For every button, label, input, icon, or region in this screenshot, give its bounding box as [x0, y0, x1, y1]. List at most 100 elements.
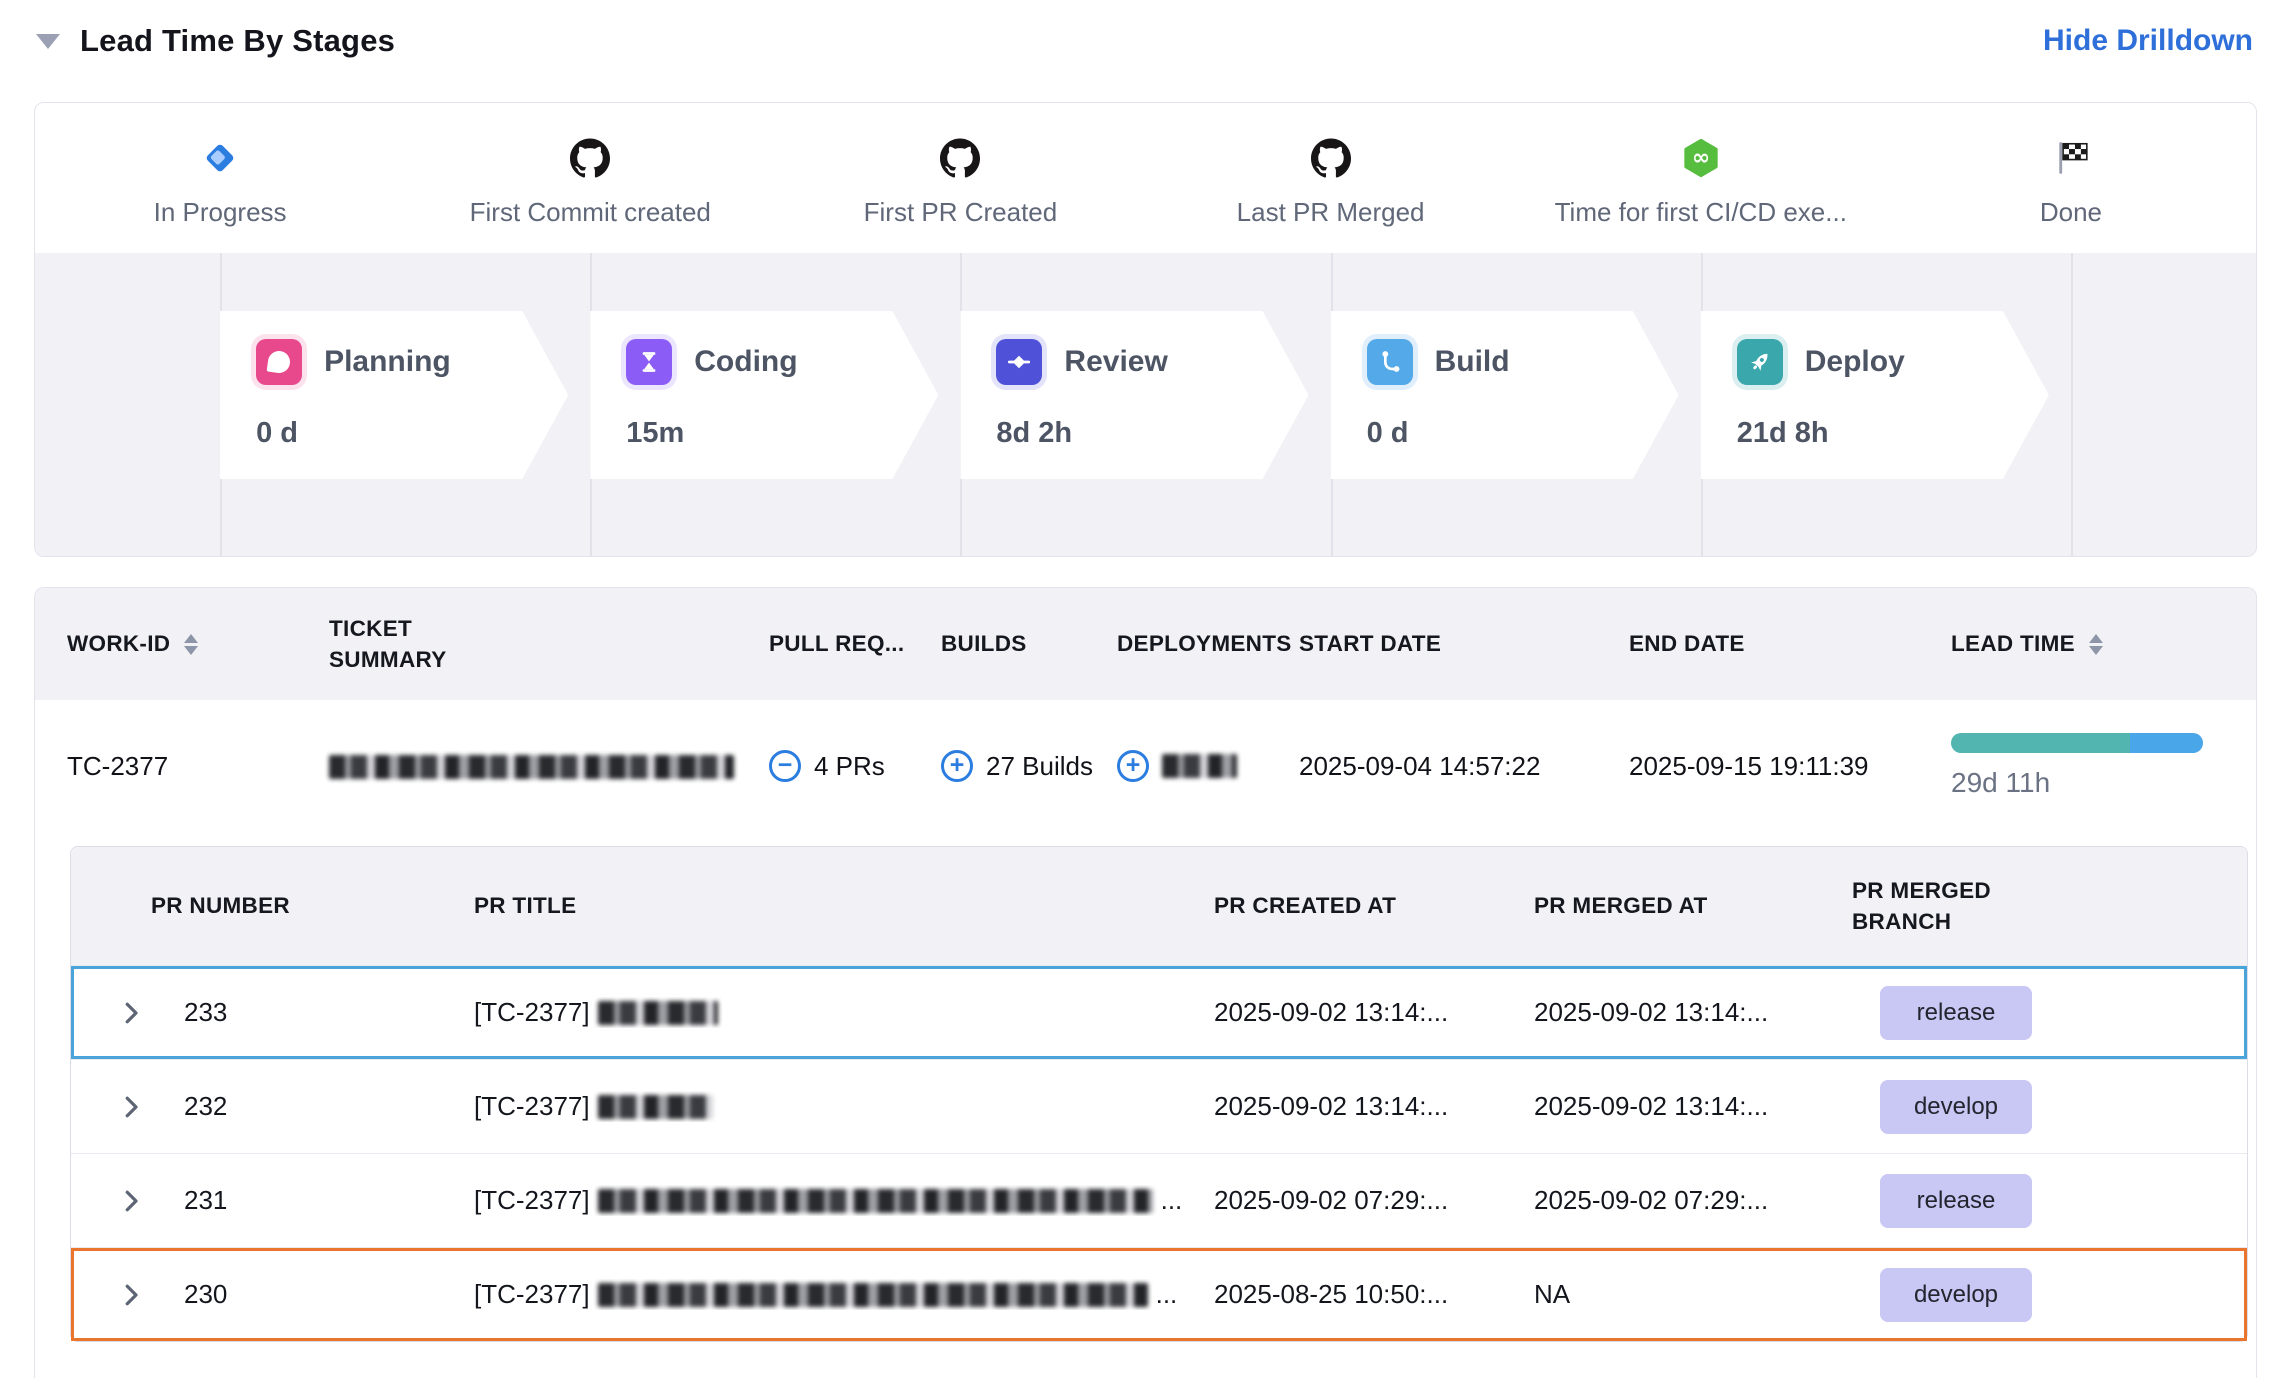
- milestone-label: First Commit created: [470, 197, 711, 228]
- pull-requests-cell[interactable]: − 4 PRs: [769, 750, 941, 782]
- lead-time-value: 29d 11h: [1951, 767, 2240, 799]
- column-header-builds: BUILDS: [941, 631, 1117, 657]
- stage-duration: 21d 8h: [1737, 417, 2049, 450]
- branch-badge[interactable]: develop: [1880, 1080, 2032, 1134]
- pr-title-suffix: ...: [1156, 1279, 1178, 1310]
- column-header-pull-requests: PULL REQ...: [769, 631, 941, 657]
- pr-row-231[interactable]: 231 [TC-2377] ... 2025-09-02 07:29:... 2…: [71, 1153, 2247, 1247]
- column-header-work-id: WORK-ID: [67, 631, 329, 657]
- chevron-right-icon[interactable]: [116, 1092, 146, 1122]
- pr-title-prefix: [TC-2377]: [474, 1091, 590, 1122]
- page-title: Lead Time By Stages: [80, 23, 395, 59]
- pr-row-233[interactable]: 233 [TC-2377] 2025-09-02 13:14:... 2025-…: [71, 965, 2247, 1059]
- redacted-text: [1162, 754, 1237, 778]
- pr-row-232[interactable]: 232 [TC-2377] 2025-09-02 13:14:... 2025-…: [71, 1059, 2247, 1153]
- redacted-text: [598, 1283, 1148, 1307]
- stage-deploy: Deploy 21d 8h: [1701, 311, 2049, 479]
- pr-created-at: 2025-09-02 13:14:...: [1214, 997, 1534, 1028]
- work-row-tc-2377: TC-2377 − 4 PRs + 27 Builds + 2025-09-04…: [35, 700, 2256, 832]
- pr-table-header: PR NUMBER PR TITLE PR CREATED AT PR MERG…: [71, 847, 2247, 965]
- stage-duration: 0 d: [256, 417, 568, 450]
- pr-row-230[interactable]: 230 [TC-2377] ... 2025-08-25 10:50:... N…: [71, 1247, 2247, 1341]
- lead-time-bar-segment-teal: [1951, 733, 2130, 753]
- milestone-label: Last PR Merged: [1237, 197, 1425, 228]
- builds-count: 27 Builds: [986, 751, 1093, 782]
- hourglass-icon: [626, 339, 672, 385]
- milestone-in-progress: In Progress: [35, 103, 405, 253]
- column-header-deployments: DEPLOYMENTS: [1117, 631, 1299, 657]
- branch-badge[interactable]: release: [1880, 986, 2032, 1040]
- redacted-text: [598, 1001, 718, 1025]
- pr-title-prefix: [TC-2377]: [474, 997, 590, 1028]
- column-header-ticket-summary: TICKET SUMMARY: [329, 613, 769, 676]
- redacted-text: [329, 755, 734, 779]
- column-header-start-date: START DATE: [1299, 631, 1629, 657]
- stage-durations-area: Planning 0 d Coding 15m Review 8d 2h Bui…: [35, 253, 2256, 556]
- column-header-pr-title: PR TITLE: [474, 893, 1214, 919]
- branch-badge[interactable]: release: [1880, 1174, 2032, 1228]
- stage-duration: 15m: [626, 417, 938, 450]
- chevron-right-icon[interactable]: [116, 1186, 146, 1216]
- end-date-cell: 2025-09-15 19:11:39: [1629, 751, 1951, 782]
- stage-name: Planning: [324, 345, 451, 379]
- collapse-triangle-icon[interactable]: [36, 34, 60, 49]
- pr-created-at: 2025-09-02 07:29:...: [1214, 1185, 1534, 1216]
- lead-time-bar-segment-blue: [2130, 733, 2203, 753]
- stage-planning: Planning 0 d: [220, 311, 568, 479]
- github-icon: [940, 137, 980, 179]
- git-branch-icon: [1367, 339, 1413, 385]
- pr-number: 230: [184, 1279, 227, 1310]
- pr-title-cell: [TC-2377] ...: [474, 1185, 1214, 1216]
- github-icon: [1311, 137, 1351, 179]
- note-icon: [256, 339, 302, 385]
- divider: [2071, 253, 2073, 556]
- milestone-label: First PR Created: [864, 197, 1058, 228]
- column-header-pr-merged-branch: PR MERGED BRANCH: [1852, 875, 2247, 938]
- pr-merged-at: 2025-09-02 13:14:...: [1534, 1091, 1852, 1122]
- column-header-end-date: END DATE: [1629, 631, 1951, 657]
- stage-name: Build: [1435, 345, 1510, 379]
- rocket-icon: [1737, 339, 1783, 385]
- pr-drilldown-table: PR NUMBER PR TITLE PR CREATED AT PR MERG…: [70, 846, 2248, 1342]
- pr-created-at: 2025-09-02 13:14:...: [1214, 1091, 1534, 1122]
- lead-time-stages-panel: In Progress First Commit created First P…: [34, 102, 2257, 557]
- pr-merged-at: 2025-09-02 13:14:...: [1534, 997, 1852, 1028]
- stage-name: Coding: [694, 345, 797, 379]
- work-id-cell: TC-2377: [67, 751, 329, 782]
- collapse-circle-icon[interactable]: −: [769, 750, 801, 782]
- expand-circle-icon[interactable]: +: [941, 750, 973, 782]
- work-table-header: WORK-ID TICKET SUMMARY PULL REQ... BUILD…: [35, 588, 2256, 700]
- expand-circle-icon[interactable]: +: [1117, 750, 1149, 782]
- sort-icon[interactable]: [184, 634, 198, 655]
- builds-cell[interactable]: + 27 Builds: [941, 750, 1117, 782]
- stage-duration: 0 d: [1367, 417, 1679, 450]
- pr-merged-at: NA: [1534, 1279, 1852, 1310]
- git-commit-icon: [996, 339, 1042, 385]
- pr-title-cell: [TC-2377] ...: [474, 1279, 1214, 1310]
- pr-title-cell: [TC-2377]: [474, 1091, 1214, 1122]
- hide-drilldown-link[interactable]: Hide Drilldown: [2043, 24, 2253, 58]
- ticket-summary-cell: [329, 751, 769, 782]
- column-header-pr-merged-at: PR MERGED AT: [1534, 893, 1852, 919]
- pull-requests-count: 4 PRs: [814, 751, 885, 782]
- chevron-right-icon[interactable]: [116, 1280, 146, 1310]
- milestone-label: Done: [2040, 197, 2102, 228]
- milestone-first-cicd: Time for first CI/CD exe...: [1516, 103, 1886, 253]
- deployments-cell[interactable]: +: [1117, 750, 1299, 782]
- column-header-pr-created-at: PR CREATED AT: [1214, 893, 1534, 919]
- milestone-first-commit: First Commit created: [405, 103, 775, 253]
- stage-coding: Coding 15m: [590, 311, 938, 479]
- stage-duration: 8d 2h: [996, 417, 1308, 450]
- redacted-text: [598, 1189, 1153, 1213]
- pr-title-prefix: [TC-2377]: [474, 1279, 590, 1310]
- pr-title-cell: [TC-2377]: [474, 997, 1214, 1028]
- column-header-pr-number: PR NUMBER: [71, 893, 474, 919]
- github-icon: [570, 137, 610, 179]
- branch-badge[interactable]: develop: [1880, 1268, 2032, 1322]
- milestone-label: In Progress: [154, 197, 287, 228]
- jira-status-icon: [202, 137, 238, 179]
- chevron-right-icon[interactable]: [116, 998, 146, 1028]
- milestone-last-pr-merged: Last PR Merged: [1146, 103, 1516, 253]
- sort-icon[interactable]: [2089, 634, 2103, 655]
- start-date-cell: 2025-09-04 14:57:22: [1299, 751, 1629, 782]
